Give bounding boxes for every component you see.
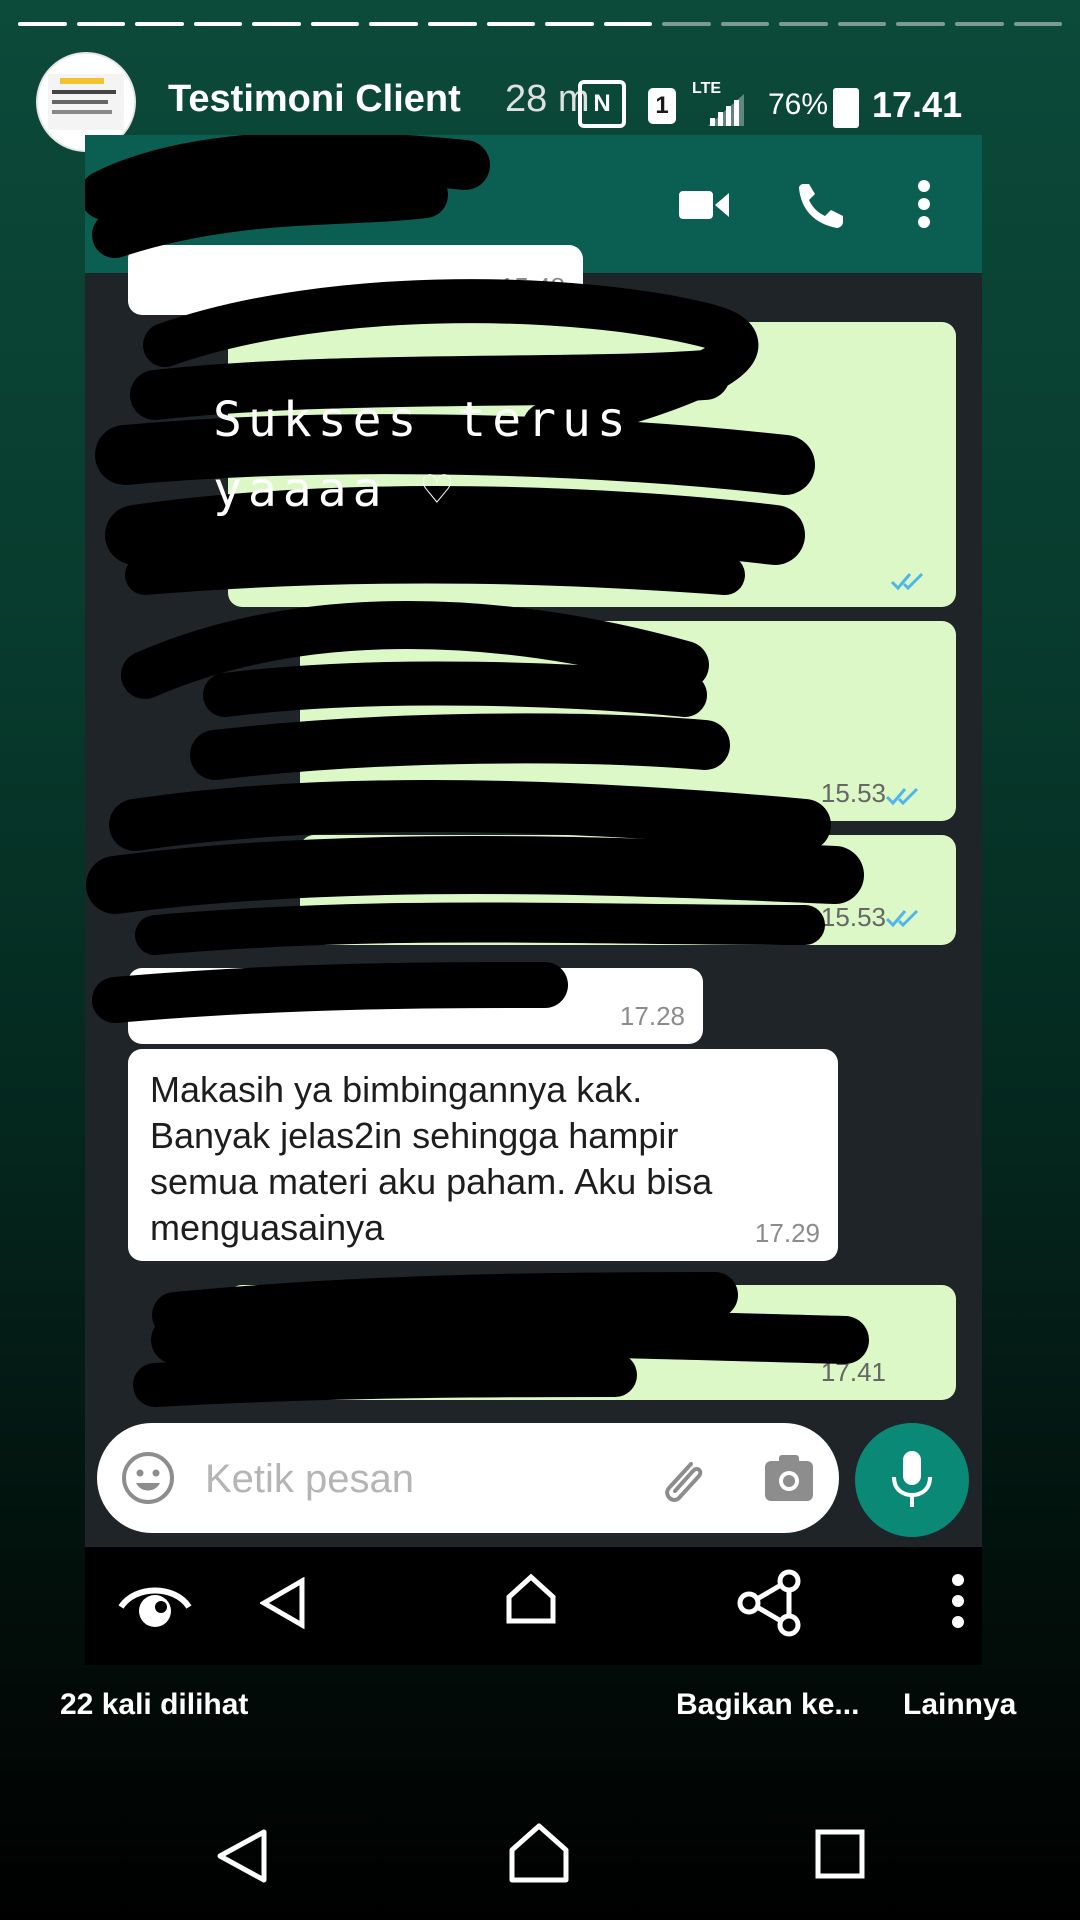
views-count[interactable]: 22 kali dilihat [60,1688,248,1722]
avatar-detail [52,90,116,94]
progress-segment [252,22,301,26]
progress-segment [779,22,828,26]
progress-segment [310,22,360,26]
status-clock: 17.41 [872,84,963,125]
more-icon[interactable] [951,1573,965,1629]
story-time: 28 m [505,78,590,120]
nav-home-icon [506,1573,556,1624]
mic-icon [892,1451,932,1507]
story-caption: Sukses terus yaaaa ♡ [213,392,632,518]
story-title: Testimoni Client [168,78,461,120]
screenshot-nav-bar [85,1547,982,1665]
progress-segment [1013,22,1063,26]
progress-segment [896,22,945,26]
battery-percent: 76% [768,88,829,121]
mic-button[interactable] [855,1423,969,1537]
progress-segment [135,22,184,26]
more-button[interactable]: Lainnya [903,1688,1016,1722]
camera-icon[interactable] [763,1453,815,1503]
progress-segment [545,22,594,26]
share-icon[interactable] [735,1569,805,1637]
battery-icon [833,88,859,128]
chat-screenshot: 15.48 15.53 15.53 17.28 Makasih ya bimbi… [85,135,982,1665]
avatar-detail [52,100,108,104]
message-input[interactable]: Ketik pesan [97,1423,839,1533]
progress-segment [427,22,477,26]
eye-icon [118,1587,192,1627]
system-recents-icon[interactable] [814,1828,866,1880]
system-nav-bar [0,1790,1080,1920]
progress-segment [18,22,67,26]
progress-segment [76,22,126,26]
progress-segment [955,22,1004,26]
progress-segment [837,22,887,26]
system-home-icon[interactable] [508,1822,570,1884]
emoji-icon[interactable] [121,1451,175,1505]
progress-segment [720,22,770,26]
avatar-detail [52,110,112,114]
attach-icon[interactable] [657,1451,711,1505]
progress-segment [662,22,711,26]
avatar-detail [60,78,104,84]
input-placeholder: Ketik pesan [205,1457,415,1501]
progress-segment [486,22,536,26]
progress-segment [193,22,243,26]
share-button[interactable]: Bagikan ke... [676,1688,859,1722]
nfc-icon: N [578,80,626,128]
progress-segment [603,22,653,26]
sim-icon: 1 [648,88,676,124]
system-back-icon[interactable] [214,1826,270,1886]
nav-back-icon [260,1577,305,1629]
story-progress [18,22,1063,27]
progress-segment [369,22,418,26]
